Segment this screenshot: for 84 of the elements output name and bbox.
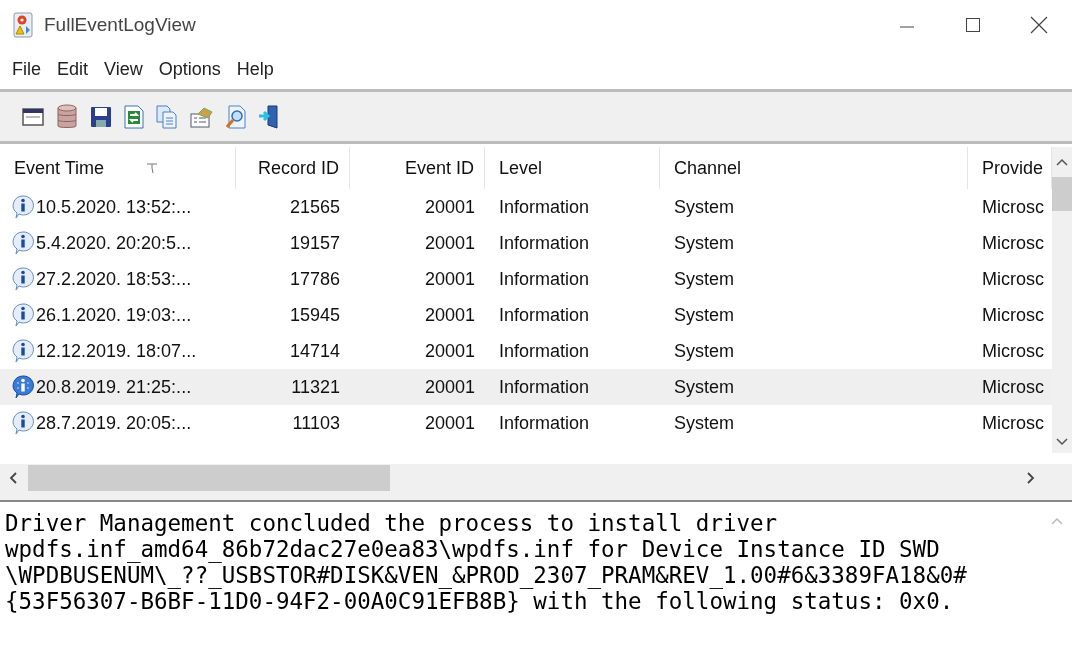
table-row[interactable]: 27.2.2020. 18:53:... 17786 20001 Information System Microsc	[0, 261, 1052, 297]
table-cell-text: 15945	[288, 304, 341, 326]
copy-icon[interactable]	[156, 104, 178, 129]
table-cell-text: Microsc	[981, 304, 1045, 326]
table-cell: 20.8.2019. 21:25:...	[36, 376, 192, 398]
window-icon[interactable]	[22, 106, 44, 127]
menu-item[interactable]: File	[4, 59, 49, 80]
table-cell-text: 21565	[288, 196, 341, 218]
table-cell-text: Information	[498, 196, 591, 218]
table-cell-text: Information	[498, 376, 591, 398]
close-icon[interactable]	[1030, 16, 1048, 34]
table-cell-text: 11103	[291, 412, 341, 434]
menu-item[interactable]: View	[96, 59, 151, 80]
vertical-scrollbar[interactable]	[1052, 147, 1072, 453]
table-row[interactable]: 28.7.2019. 20:05:... 11103 20001 Information System Microsc	[0, 405, 1052, 441]
table-cell-text: System	[673, 376, 735, 398]
table-row[interactable]: 5.4.2020. 20:20:5... 19157 20001 Information System Microsc	[0, 225, 1052, 261]
info-icon	[12, 303, 34, 327]
scroll-thumb[interactable]	[28, 465, 390, 491]
table-row[interactable]: 26.1.2020. 19:03:... 15945 20001 Information System Microsc	[0, 297, 1052, 333]
horizontal-scrollbar[interactable]	[0, 464, 1072, 492]
table-cell-text: Information	[498, 304, 591, 326]
table-cell: 27.2.2020. 18:53:...	[36, 268, 192, 290]
properties-icon[interactable]	[190, 105, 214, 128]
table-row[interactable]: 20.8.2019. 21:25:... 11321 20001 Information System Microsc	[0, 369, 1052, 405]
table-cell-text: Information	[498, 268, 591, 290]
scroll-thumb[interactable]	[1052, 177, 1072, 211]
table-cell-text: Information	[498, 340, 591, 362]
menu-item[interactable]: Help	[228, 59, 282, 80]
table-cell-text: System	[673, 412, 735, 434]
table-cell-text: Microsc	[981, 232, 1045, 254]
table-cell-text: 20001	[423, 268, 476, 290]
table-cell-text: 20001	[423, 196, 476, 218]
column-header[interactable]: Level	[485, 147, 660, 189]
table-cell-text: Microsc	[981, 340, 1045, 362]
info-icon	[12, 411, 34, 435]
table-cell-text: System	[673, 304, 735, 326]
table-cell-text: 17786	[288, 268, 341, 290]
table-cell-text: 19157	[288, 232, 341, 254]
table-cell-text: Microsc	[981, 376, 1045, 398]
table-cell-text: 14714	[288, 340, 341, 362]
column-header[interactable]: Record ID	[236, 147, 350, 189]
table-cell-text: 20001	[423, 340, 476, 362]
info-icon	[12, 231, 34, 255]
menu-item[interactable]: Edit	[49, 59, 97, 80]
table-cell-text: System	[673, 232, 735, 254]
column-header[interactable]: Channel	[660, 147, 968, 189]
table-cell-text: Information	[498, 232, 591, 254]
table-cell-text: 20001	[423, 304, 476, 326]
table-cell: 12.12.2019. 18:07...	[36, 340, 197, 362]
menu-item[interactable]: Options	[150, 59, 229, 80]
refresh-icon[interactable]	[124, 104, 144, 129]
table-cell-text: Information	[498, 412, 591, 434]
table-cell-text: 20001	[423, 412, 476, 434]
event-description: Driver Management concluded the process to install driver wpdfs.inf_amd64_86b72dac27e0ea83\wpdfs.inf for Device Instance ID SWD \WPDBUSENUM\_??_USBSTOR#DISK&VEN_&PROD_2307_PRAM&REV_1.00#6&3389FA18&0# {53F56307-B6BF-11D0-94F2-00A0C91EFB8B} with the following status: 0x0.	[5, 510, 968, 616]
info-icon	[12, 195, 34, 219]
find-icon[interactable]	[226, 104, 246, 129]
info-icon	[12, 339, 34, 363]
app-icon	[12, 12, 34, 38]
table-row[interactable]: 12.12.2019. 18:07... 14714 20001 Information System Microsc	[0, 333, 1052, 369]
table-cell-text: 11321	[290, 376, 341, 398]
table-cell-text: System	[673, 340, 735, 362]
table-cell-text: Microsc	[981, 196, 1045, 218]
table-cell: 28.7.2019. 20:05:...	[36, 412, 192, 434]
table-cell: 10.5.2020. 13:52:...	[36, 196, 192, 218]
exit-icon[interactable]	[258, 104, 280, 129]
table-row[interactable]: 10.5.2020. 13:52:... 21565 20001 Information System Microsc	[0, 189, 1052, 225]
table-cell: 5.4.2020. 20:20:5...	[36, 232, 192, 254]
table-cell-text: Microsc	[981, 268, 1045, 290]
sort-icon	[145, 162, 158, 174]
info-icon	[12, 375, 34, 399]
table-cell-text: 20001	[423, 232, 476, 254]
window-title: FullEventLogView	[44, 14, 197, 36]
info-icon	[12, 267, 34, 291]
table-cell-text: System	[673, 268, 735, 290]
table-cell-text: Microsc	[981, 412, 1045, 434]
column-header[interactable]: Event Time	[0, 147, 236, 189]
column-header[interactable]: Event ID	[350, 147, 485, 189]
table-cell: 26.1.2020. 19:03:...	[36, 304, 192, 326]
table-cell-text: System	[673, 196, 735, 218]
save-icon[interactable]	[90, 105, 112, 128]
database-icon[interactable]	[56, 103, 78, 130]
table-cell-text: 20001	[423, 376, 476, 398]
maximize-icon[interactable]	[965, 17, 981, 33]
